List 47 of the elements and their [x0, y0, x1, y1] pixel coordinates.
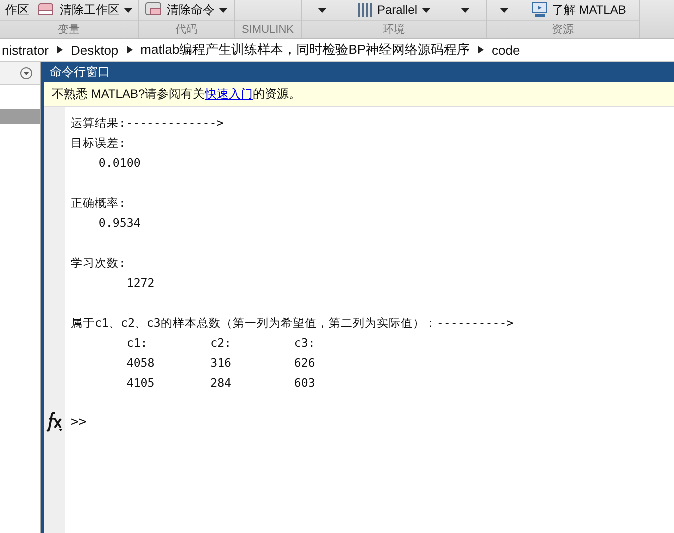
caret-icon	[318, 8, 328, 12]
dropdown-icon[interactable]	[20, 66, 33, 80]
chevron-icon	[478, 46, 484, 54]
path-segment[interactable]: code	[492, 42, 520, 58]
group-label: 资源	[487, 20, 639, 38]
output-line: 0.0100	[98, 155, 142, 172]
toolbar-button[interactable]: 作区	[5, 2, 30, 18]
caret-icon	[219, 8, 228, 12]
path-segment[interactable]: Desktop	[70, 42, 119, 58]
toolbar-button[interactable]: 了解 MATLAB	[532, 2, 626, 18]
dropdown-button[interactable]	[500, 8, 509, 12]
output-line: 目标误差:	[71, 135, 127, 152]
group-label: 变量	[0, 20, 138, 38]
group-label: 代码	[139, 20, 234, 38]
eraser-icon	[145, 2, 163, 18]
monitor-icon	[532, 2, 548, 18]
output-line: 4058 316 626	[126, 355, 316, 372]
group-label: 环境	[302, 20, 486, 38]
output-line: 正确概率:	[71, 195, 127, 212]
function-icon[interactable]	[46, 412, 64, 432]
dropdown-button[interactable]	[318, 8, 328, 12]
output-line: 0.9534	[98, 215, 142, 232]
chevron-icon	[126, 46, 133, 54]
dropdown-button[interactable]	[460, 8, 470, 12]
eraser-icon	[38, 2, 56, 18]
parallel-icon	[357, 2, 374, 18]
command-prompt[interactable]: >>	[71, 413, 514, 433]
chevron-icon	[56, 46, 63, 54]
toolbar-button[interactable]: 清除命令	[145, 2, 228, 18]
toolbar-button[interactable]: 清除工作区	[38, 2, 133, 18]
caret-icon	[422, 8, 430, 12]
group-label: SIMULINK	[235, 20, 301, 38]
output-line: 4105 284 603	[126, 375, 316, 392]
caret-icon	[500, 8, 509, 12]
output-line: 1272	[126, 275, 156, 292]
toolbar-button[interactable]: Parallel	[357, 2, 430, 18]
caret-icon	[124, 8, 133, 12]
quick-start-link[interactable]: 快速入门	[205, 86, 254, 102]
path-segment[interactable]: matlab编程产生训练样本，同时检验BP神经网络源码程序	[140, 41, 470, 59]
output-line: 属于c1、c2、c3的样本总数（第一列为希望值，第二列为实际值）：---------->	[71, 315, 514, 332]
output-line: c1: c2: c3:	[126, 335, 316, 352]
window-title: 命令行窗口	[44, 62, 674, 82]
output-line: 运算结果:------------->	[71, 115, 225, 132]
notice-text: 不熟悉 MATLAB?请参阅有关快速入门的资源。	[44, 82, 674, 107]
output-line: 学习次数:	[71, 255, 127, 272]
path-segment[interactable]: nistrator	[2, 42, 49, 58]
caret-icon	[460, 8, 470, 12]
